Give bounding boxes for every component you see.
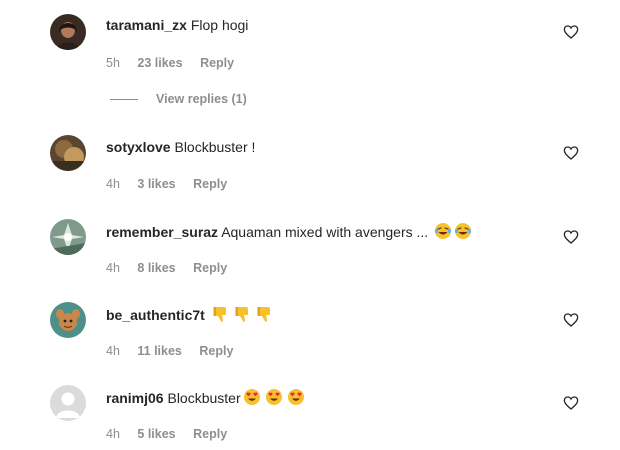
comment-username[interactable]: remember_suraz [106,224,218,240]
comment-time: 4h [106,344,120,358]
comment-text: Blockbuster ! [174,139,256,155]
comment-meta: 5h 23 likes Reply [106,55,248,71]
comment-time: 4h [106,427,120,441]
comment-text-line: sotyxlove Blockbuster ! [106,138,255,156]
comment-username[interactable]: taramani_zx [106,17,187,33]
view-replies-label: View replies (1) [156,92,247,106]
comment-meta: 4h 11 likes Reply [106,343,247,359]
comment-meta: 4h 5 likes Reply [106,426,241,442]
divider-line [110,99,138,101]
comment-time: 4h [106,261,120,275]
avatar[interactable] [50,14,86,50]
heart-outline-icon[interactable] [563,229,579,245]
heart-eyes-emoji [243,389,260,405]
comment-text: Aquaman mixed with avengers ... [221,224,429,240]
thumbs-down-emoji [235,307,248,322]
heart-outline-icon[interactable] [563,145,579,161]
heart-outline-icon[interactable] [563,395,579,411]
comment-text-line: taramani_zx Flop hogi [106,16,248,34]
reply-button[interactable]: Reply [193,177,227,191]
comment-text-line: remember_suraz Aquaman mixed with avenge… [106,222,472,241]
comment-likes[interactable]: 11 likes [137,344,182,358]
comment-username[interactable]: be_authentic7t [106,307,205,323]
comment-likes[interactable]: 8 likes [137,261,175,275]
laughing-tears-emoji [454,223,472,239]
comment-likes[interactable]: 5 likes [137,427,175,441]
comment-time: 4h [106,177,120,191]
reply-button[interactable]: Reply [193,427,227,441]
comment-meta: 4h 8 likes Reply [106,260,241,276]
heart-eyes-emoji [265,389,282,405]
laughing-tears-emoji [434,223,452,239]
heart-eyes-emoji [287,389,304,405]
avatar[interactable] [50,135,86,171]
comment-likes[interactable]: 23 likes [137,56,182,70]
heart-outline-icon[interactable] [563,24,579,40]
comment-text: Flop hogi [190,17,249,33]
avatar[interactable] [50,219,86,255]
comment-username[interactable]: ranimj06 [106,390,164,406]
avatar[interactable] [50,302,86,338]
reply-button[interactable]: Reply [193,261,227,275]
avatar[interactable] [50,385,86,421]
comment-meta: 4h 3 likes Reply [106,176,241,192]
reply-button[interactable]: Reply [200,56,234,70]
heart-outline-icon[interactable] [563,312,579,328]
comment-text: Blockbuster [167,390,241,406]
comment-time: 5h [106,56,120,70]
thumbs-down-emoji [213,307,226,322]
view-replies-button[interactable]: View replies (1) [110,92,247,106]
comment-text-line: be_authentic7t [106,305,273,324]
comment-text-line: ranimj06 Blockbuster [106,388,305,407]
comment-likes[interactable]: 3 likes [137,177,175,191]
thumbs-down-emoji [257,307,270,322]
reply-button[interactable]: Reply [199,344,233,358]
comment-username[interactable]: sotyxlove [106,139,171,155]
